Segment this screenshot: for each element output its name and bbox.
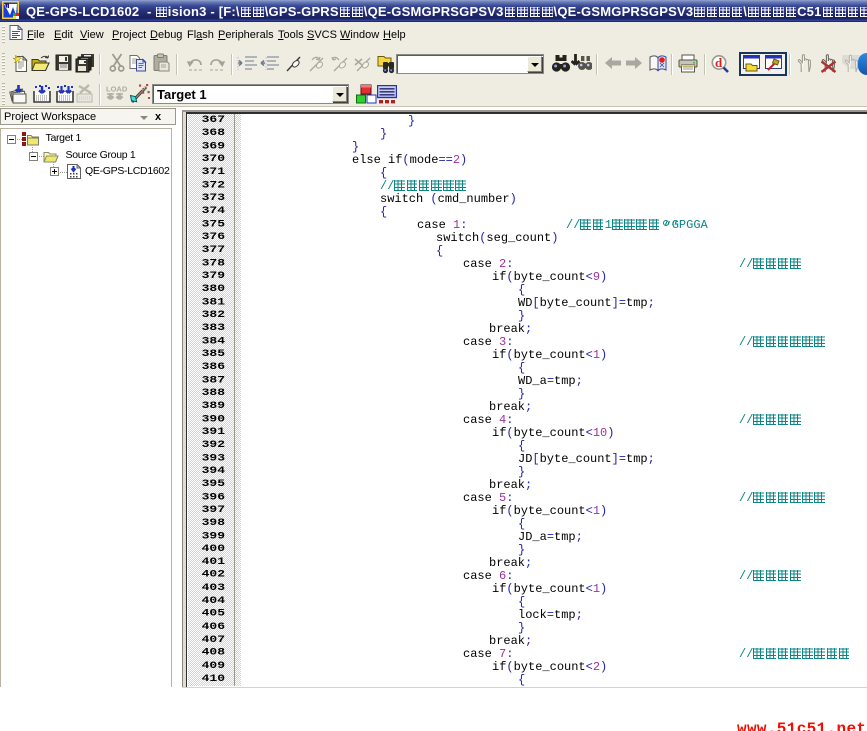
svg-text:LOAD: LOAD <box>106 85 128 94</box>
svg-text:d: d <box>715 55 723 70</box>
svg-text:u: u <box>5 4 8 10</box>
